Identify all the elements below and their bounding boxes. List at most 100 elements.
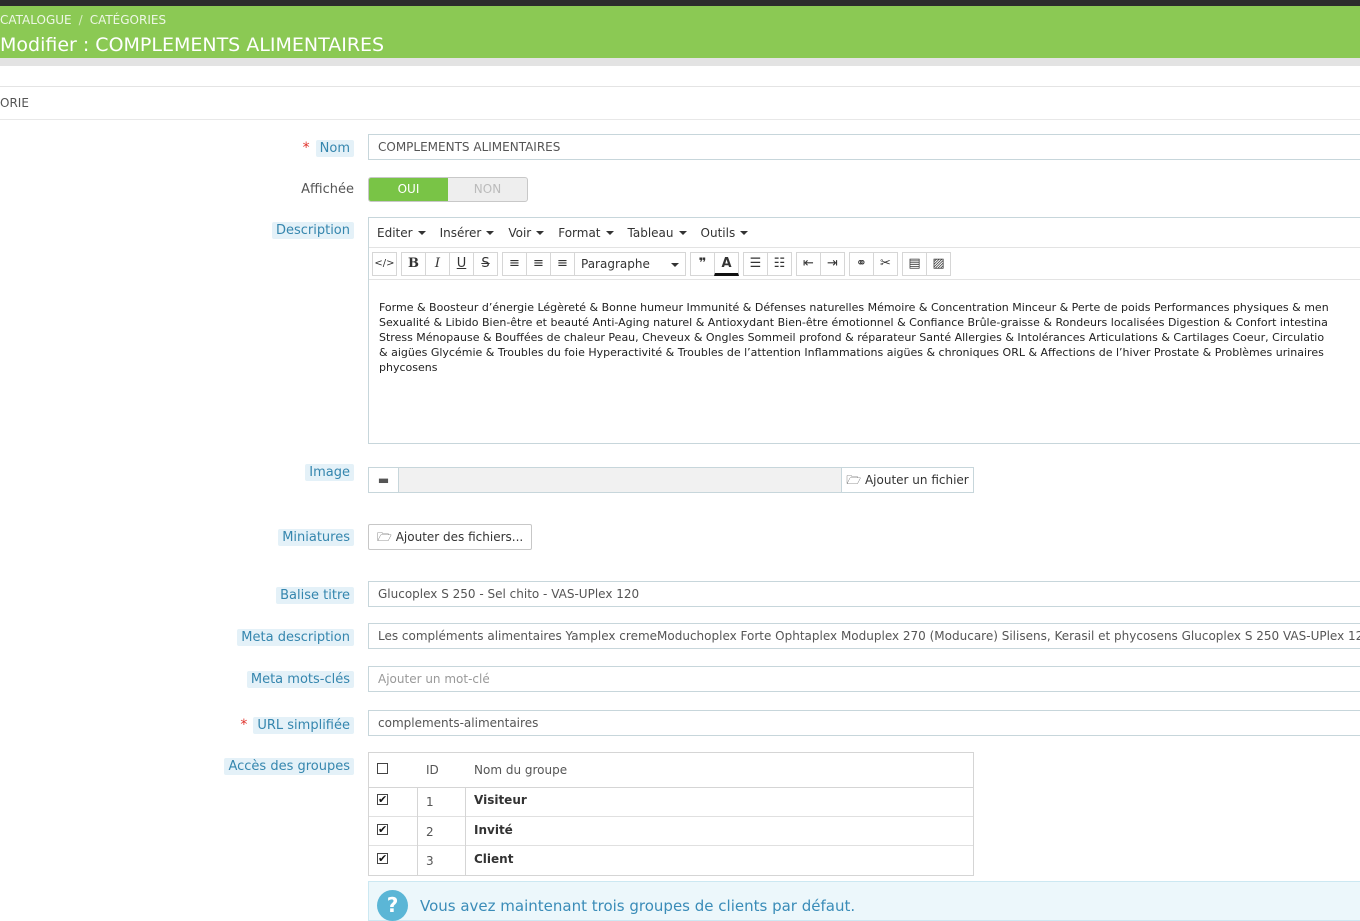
nom-label: * Nom	[302, 140, 354, 157]
required-star: *	[302, 140, 310, 156]
editor-content[interactable]: Forme & Boosteur d’énergie Légèreté & Bo…	[369, 280, 1360, 375]
group-id: 3	[426, 854, 434, 868]
folder-open-icon: 🗁	[377, 530, 392, 544]
miniatures-label: Miniatures	[278, 529, 354, 546]
align-right-icon[interactable]: ≡	[550, 251, 575, 276]
file-icon: ▬	[369, 468, 399, 492]
table-row: ✔ 2 Invité	[369, 816, 973, 846]
description-editor[interactable]: Editer Insérer Voir Format Tableau Outil…	[368, 217, 1360, 444]
nom-input[interactable]: COMPLEMENTS ALIMENTAIRES	[368, 134, 1360, 160]
url-simplifiee-label: * URL simplifiée	[240, 717, 354, 734]
image-label-text: Image	[305, 464, 354, 481]
group-checkbox[interactable]: ✔	[377, 824, 388, 835]
balise-titre-label: Balise titre	[276, 587, 354, 604]
format-select[interactable]: Paragraphe	[574, 251, 686, 276]
menu-voir[interactable]: Voir	[508, 226, 544, 240]
page-title: Modifier : COMPLEMENTS ALIMENTAIRES	[0, 34, 385, 56]
url-simplifiee-input[interactable]: complements-alimentaires	[368, 710, 1360, 736]
editor-toolbar: </> B I U S ≡ ≡ ≡ Paragraphe ❞ A ☰ ☷ ⇤ ⇥…	[369, 248, 1360, 280]
editor-line: phycosens	[379, 361, 438, 374]
group-name: Invité	[474, 823, 513, 837]
add-files-button[interactable]: 🗁 Ajouter des fichiers...	[368, 524, 533, 550]
bold-icon[interactable]: B	[401, 251, 426, 276]
unlink-icon[interactable]: ✂	[873, 251, 898, 276]
table-row: ✔ 3 Client	[369, 845, 973, 875]
balise-titre-input[interactable]: Glucoplex S 250 - Sel chito - VAS-UPlex …	[368, 581, 1360, 607]
menu-inserer[interactable]: Insérer	[440, 226, 495, 240]
editor-line: Stress Ménopause & Bouffées de chaleur P…	[379, 331, 1325, 344]
description-label: Description	[271, 222, 354, 239]
group-checkbox[interactable]: ✔	[377, 794, 388, 805]
menu-outils[interactable]: Outils	[701, 226, 749, 240]
group-name: Visiteur	[474, 793, 527, 807]
affichee-toggle[interactable]: OUI NON	[368, 177, 528, 202]
meta-description-label-text: Meta description	[237, 629, 354, 646]
balise-titre-label-text: Balise titre	[276, 587, 354, 604]
panel-heading: ORIE	[0, 86, 1360, 120]
nom-label-text: Nom	[315, 140, 354, 157]
question-icon: ?	[377, 890, 408, 921]
breadcrumb-categories[interactable]: CATÉGORIES	[90, 13, 166, 27]
toggle-non[interactable]: NON	[448, 178, 527, 201]
menu-editer[interactable]: Editer	[377, 226, 426, 240]
add-file-button-label: Ajouter un fichier	[864, 473, 969, 487]
editor-line: & aigües Glycémie & Troubles du foie Hyp…	[379, 346, 1324, 359]
header-shadow	[0, 58, 1360, 66]
column-divider	[465, 787, 466, 875]
media-icon[interactable]: ▤	[902, 251, 927, 276]
align-center-icon[interactable]: ≡	[526, 251, 551, 276]
text-color-icon[interactable]: A	[714, 251, 739, 276]
menu-tableau[interactable]: Tableau	[628, 226, 687, 240]
breadcrumb-separator: /	[78, 13, 83, 27]
group-name: Client	[474, 852, 514, 866]
toggle-oui[interactable]: OUI	[369, 178, 448, 201]
required-star: *	[240, 717, 248, 733]
add-file-button[interactable]: 🗁 Ajouter un fichier	[841, 468, 973, 492]
meta-mots-cles-input[interactable]: Ajouter un mot-clé	[368, 666, 1360, 692]
select-all-checkbox[interactable]	[377, 763, 388, 774]
image-file-input[interactable]: ▬ 🗁 Ajouter un fichier	[368, 467, 974, 493]
editor-menubar: Editer Insérer Voir Format Tableau Outil…	[369, 218, 1360, 248]
group-checkbox[interactable]: ✔	[377, 853, 388, 864]
meta-mots-cles-label: Meta mots-clés	[246, 671, 354, 688]
code-icon[interactable]: </>	[372, 251, 397, 276]
align-left-icon[interactable]: ≡	[502, 251, 527, 276]
meta-description-label: Meta description	[237, 629, 354, 646]
table-header: ID Nom du groupe	[369, 753, 973, 788]
group-id: 1	[426, 795, 434, 809]
affichee-label: Affichée	[301, 182, 354, 197]
column-divider	[417, 787, 418, 875]
meta-description-input[interactable]: Les compléments alimentaires Yamplex cre…	[368, 623, 1360, 649]
editor-line: Sexualité & Libido Bien-être et beauté A…	[379, 316, 1328, 329]
column-id: ID	[426, 763, 439, 777]
link-icon[interactable]: ⚭	[849, 251, 874, 276]
underline-icon[interactable]: U	[449, 251, 474, 276]
italic-icon[interactable]: I	[425, 251, 450, 276]
group-id: 2	[426, 825, 434, 839]
page-header: CATALOGUE / CATÉGORIES Modifier : COMPLEME…	[0, 6, 1360, 58]
strikethrough-icon[interactable]: S	[473, 251, 498, 276]
acces-groupes-label-text: Accès des groupes	[224, 758, 354, 775]
image-icon[interactable]: ▨	[926, 251, 951, 276]
add-files-button-label: Ajouter des fichiers...	[395, 530, 524, 544]
outdent-icon[interactable]: ⇤	[796, 251, 821, 276]
indent-icon[interactable]: ⇥	[820, 251, 845, 276]
menu-format[interactable]: Format	[558, 226, 613, 240]
image-label: Image	[305, 464, 354, 481]
description-label-text: Description	[271, 222, 354, 239]
table-row: ✔ 1 Visiteur	[369, 787, 973, 816]
numbered-list-icon[interactable]: ☷	[767, 251, 792, 276]
breadcrumb-catalogue[interactable]: CATALOGUE	[0, 13, 72, 27]
url-simplifiee-label-text: URL simplifiée	[253, 717, 354, 734]
groups-table: ID Nom du groupe ✔ 1 Visiteur ✔ 2 Invité…	[368, 752, 974, 876]
column-nom-groupe: Nom du groupe	[474, 763, 568, 777]
meta-mots-cles-label-text: Meta mots-clés	[246, 671, 354, 688]
folder-open-icon: 🗁	[846, 473, 862, 487]
bullet-list-icon[interactable]: ☰	[743, 251, 768, 276]
miniatures-label-text: Miniatures	[278, 529, 354, 546]
file-name-field[interactable]	[399, 468, 841, 492]
blockquote-icon[interactable]: ❞	[690, 251, 715, 276]
info-message: Vous avez maintenant trois groupes de cl…	[420, 897, 856, 915]
breadcrumb: CATALOGUE / CATÉGORIES	[0, 13, 166, 27]
info-alert: ? Vous avez maintenant trois groupes de …	[368, 881, 1360, 921]
